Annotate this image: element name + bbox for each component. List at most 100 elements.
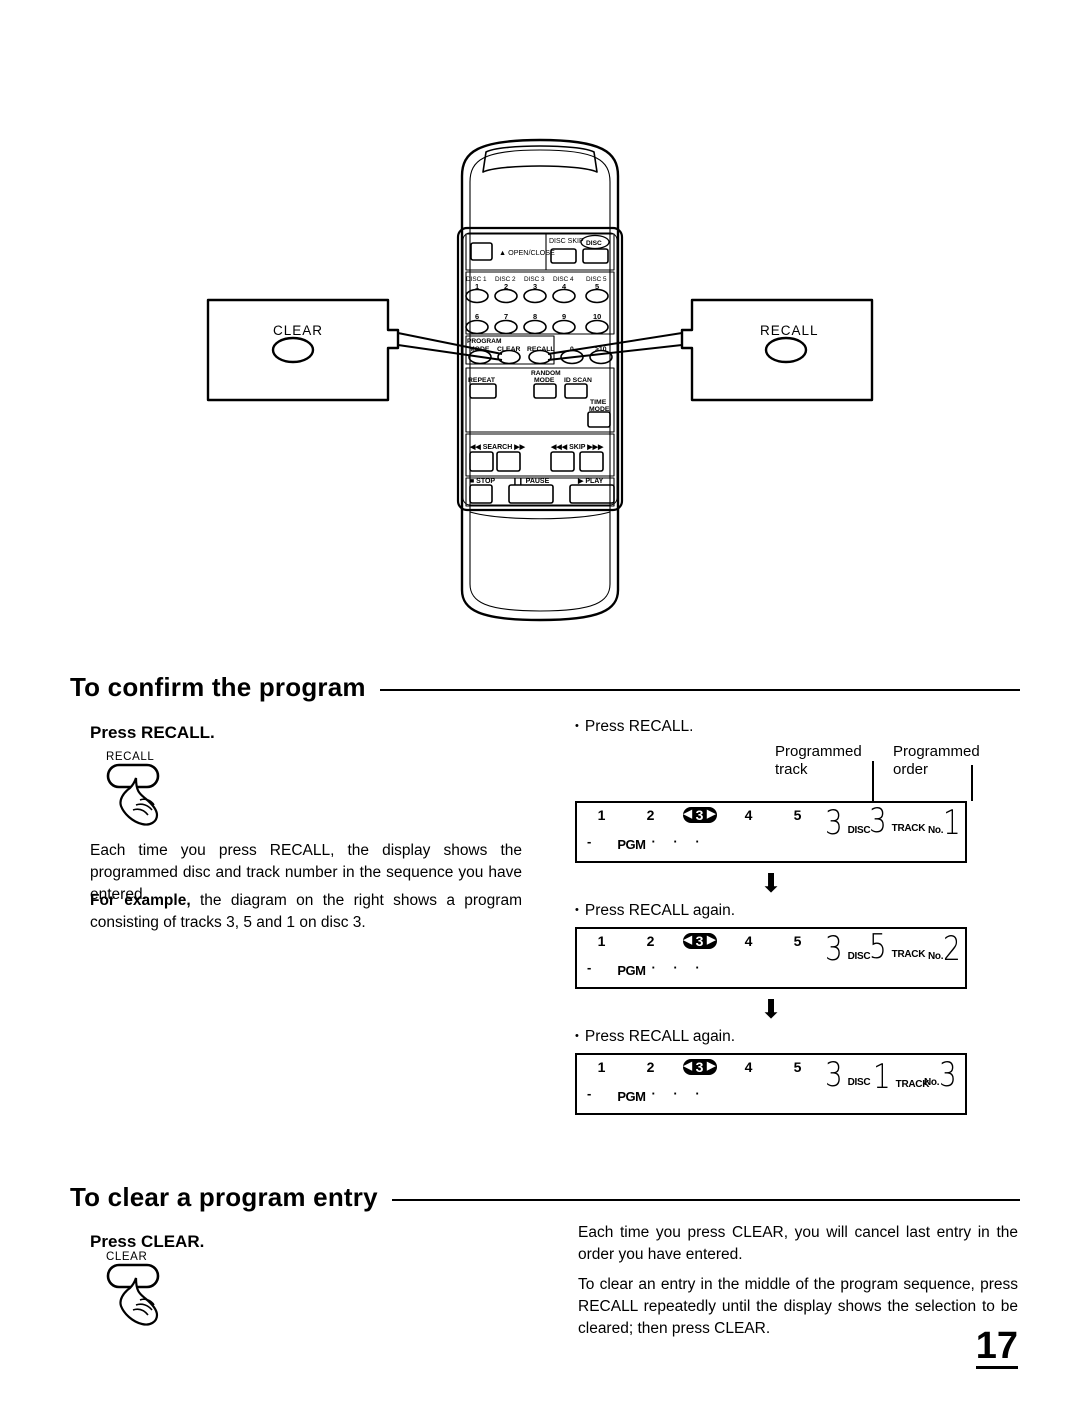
number-button-1 bbox=[465, 288, 489, 304]
lcd-disc-digit-group-1: 3 DISC bbox=[825, 803, 871, 843]
section-heading-confirm: To confirm the program bbox=[70, 672, 1020, 703]
num2-label: 2 bbox=[504, 282, 508, 291]
lcd-disc-digit-group-2: 3 DISC bbox=[825, 932, 871, 966]
lcd-track-digit-2: 5 bbox=[869, 927, 887, 967]
disc-skip-label: DISC SKIP bbox=[549, 238, 584, 245]
lcd-disc-digit-3: 3 bbox=[825, 1055, 843, 1095]
number-button-9 bbox=[552, 319, 576, 335]
clear-label-remote: CLEAR bbox=[497, 346, 521, 353]
remote-keypad-plate-inner bbox=[462, 232, 618, 506]
lcd-no-caption-2: No. bbox=[928, 950, 944, 962]
paragraph-clear-1: Each time you press CLEAR, you will canc… bbox=[578, 1224, 1018, 1263]
callout-box-recall bbox=[680, 298, 874, 402]
lcd-dash-1: - bbox=[587, 834, 592, 849]
remote-control-figure: ▲ OPEN/CLOSE DISC SKIP DISC DISC 1 DISC … bbox=[0, 0, 1080, 650]
lcd-digits-3: 3 DISC 1 TRACK No. 3 bbox=[823, 1057, 967, 1115]
random-mode-button bbox=[533, 383, 557, 399]
step-text-2: Press RECALL again. bbox=[584, 902, 736, 919]
lcd-disc-1: 1 bbox=[597, 807, 606, 823]
lcd-disc-row-2: 1 2 3 4 5 bbox=[577, 933, 822, 949]
page-number: 17 bbox=[975, 1325, 1018, 1369]
lcd-dots-2: · · · bbox=[651, 960, 707, 975]
lcd-disc-caption-3: DISC bbox=[847, 1076, 871, 1088]
leader-line-recall-top bbox=[547, 332, 683, 355]
lcd-panel-block-1: 1 2 3 4 5 - PGM · · · 3 DISC 3 TRACK bbox=[575, 801, 1045, 863]
lcd-track-caption-2: TRACK bbox=[891, 948, 926, 960]
lcd-disc-4: 4 bbox=[744, 807, 753, 823]
play-label: ▶ PLAY bbox=[577, 478, 604, 485]
number-button-5 bbox=[585, 288, 609, 304]
lcd-disc-5: 5 bbox=[793, 1059, 802, 1075]
press-recall-illustration: RECALL bbox=[100, 748, 220, 833]
lcd-disc-caption-2: DISC bbox=[847, 950, 871, 962]
lcd-order-digit-3: 3 bbox=[939, 1055, 957, 1095]
pause-label: ❙❙ PAUSE bbox=[512, 477, 550, 485]
number-button-7 bbox=[494, 319, 518, 335]
lcd-dash-2: - bbox=[587, 960, 592, 975]
lcd-pgm-2: PGM bbox=[617, 963, 646, 978]
lcd-panel-block-3: 1 2 3 4 5 - PGM · · · 3 DISC 1 TRACK bbox=[575, 1053, 1045, 1115]
lcd-disc-2: 2 bbox=[646, 1059, 655, 1075]
lcd-order-digit-group-3: No. 3 bbox=[923, 1055, 961, 1095]
recall-button-hand-svg: RECALL bbox=[106, 751, 160, 826]
lcd-disc-row-1: 1 2 3 4 5 bbox=[577, 807, 822, 823]
lcd-panel-1: 1 2 3 4 5 - PGM · · · 3 DISC 3 TRACK bbox=[575, 801, 967, 863]
id-scan-label: ID SCAN bbox=[564, 377, 592, 384]
recall-label-remote: RECALL bbox=[527, 346, 555, 353]
for-example-bold: For example, bbox=[90, 892, 191, 909]
flow-arrow-2: ⬇ bbox=[760, 994, 782, 1024]
page-title-confirm: To confirm the program bbox=[70, 672, 366, 702]
lcd-order-digit-group-2: No. 2 bbox=[927, 932, 965, 966]
step-text-1: Press RECALL. bbox=[584, 718, 694, 735]
lcd-track-digit-group-1: 3 TRACK bbox=[869, 801, 926, 841]
time-mode-label: MODE bbox=[589, 406, 610, 413]
paragraph-recall-2: For example, the diagram on the right sh… bbox=[90, 890, 522, 934]
lcd-digits-1: 3 DISC 3 TRACK No. 1 bbox=[823, 801, 967, 863]
display-sequence-column: • Press RECALL. Programmed track Program… bbox=[575, 718, 1045, 1115]
search-back-button bbox=[469, 451, 494, 472]
open-close-button bbox=[470, 242, 493, 261]
num10-label: 10 bbox=[593, 312, 601, 321]
programmed-track-label: Programmed track bbox=[775, 743, 862, 778]
press-clear-illustration: CLEAR bbox=[100, 1248, 220, 1333]
disc-skip-up-button bbox=[582, 248, 609, 264]
lcd-disc-caption-1: DISC bbox=[847, 824, 871, 836]
lcd-disc-1: 1 bbox=[597, 933, 606, 949]
bullet-icon-1: • bbox=[575, 720, 579, 732]
play-button bbox=[569, 484, 615, 504]
remote-control-svg: ▲ OPEN/CLOSE DISC SKIP DISC DISC 1 DISC … bbox=[206, 138, 874, 622]
callout-clear-label: CLEAR bbox=[273, 323, 323, 338]
bullet-icon-3: • bbox=[575, 1030, 579, 1042]
callout-tick-track bbox=[872, 761, 874, 801]
lcd-pgm-row-2: - PGM · · · bbox=[587, 960, 707, 978]
lcd-track-digit-1: 3 bbox=[869, 801, 887, 841]
callout-recall-label: RECALL bbox=[760, 323, 819, 338]
lcd-track-digit-group-2: 5 TRACK bbox=[869, 927, 926, 967]
num9-label: 9 bbox=[562, 312, 566, 321]
programmed-order-label: Programmed order bbox=[893, 743, 980, 778]
lcd-no-caption-1: No. bbox=[928, 824, 944, 836]
skip-back-button bbox=[550, 451, 575, 472]
lcd-panel-3: 1 2 3 4 5 - PGM · · · 3 DISC 1 TRACK bbox=[575, 1053, 967, 1115]
panel-callout-labels: Programmed track Programmed order bbox=[775, 743, 1045, 801]
number-button-6 bbox=[465, 319, 489, 335]
clear-button-hand-svg: CLEAR bbox=[106, 1251, 160, 1326]
leader-line-recall-bottom bbox=[547, 344, 683, 361]
step-label-1: • Press RECALL. bbox=[575, 718, 1045, 736]
search-fwd-button bbox=[496, 451, 521, 472]
lcd-disc-5: 5 bbox=[793, 933, 802, 949]
time-label: TIME bbox=[590, 399, 607, 406]
lcd-panel-block-2: 1 2 3 4 5 - PGM · · · 3 DISC 5 TRACK bbox=[575, 927, 1045, 989]
lcd-disc-digit-1: 3 bbox=[825, 803, 843, 843]
id-scan-button bbox=[564, 383, 588, 399]
num3-label: 3 bbox=[533, 282, 537, 291]
step-text-3: Press RECALL again. bbox=[584, 1028, 736, 1045]
lcd-track-caption-1: TRACK bbox=[891, 822, 926, 834]
page-title-clear: To clear a program entry bbox=[70, 1182, 378, 1212]
num5-label: 5 bbox=[595, 282, 599, 291]
number-button-3 bbox=[523, 288, 547, 304]
section-heading-clear: To clear a program entry bbox=[70, 1182, 1020, 1213]
callout-tick-order bbox=[971, 765, 973, 801]
paragraph-clear-2: To clear an entry in the middle of the p… bbox=[578, 1276, 1018, 1337]
repeat-label: REPEAT bbox=[468, 377, 496, 384]
